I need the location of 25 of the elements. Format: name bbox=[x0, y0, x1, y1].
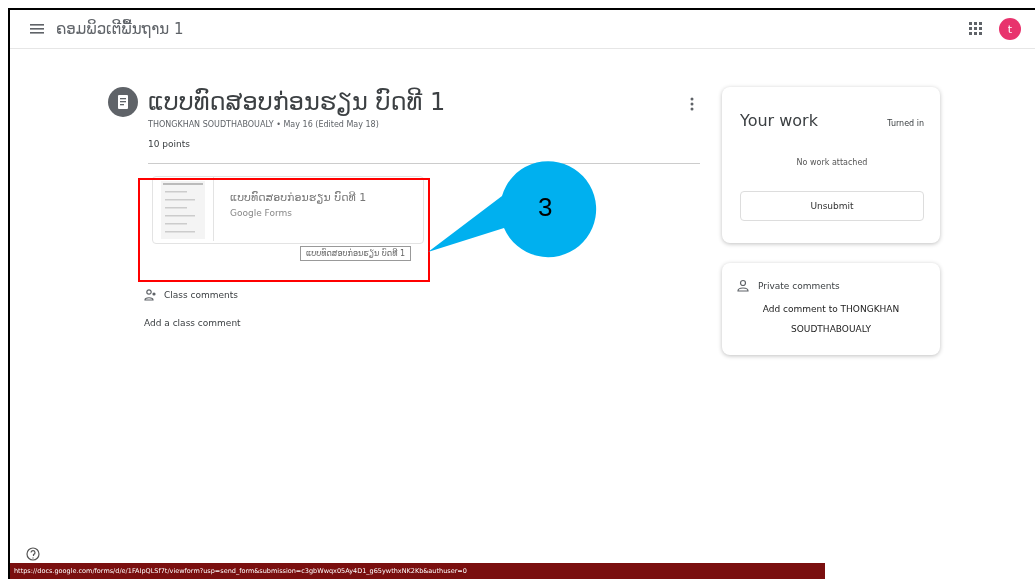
private-comments-label: Private comments bbox=[758, 281, 840, 291]
add-class-comment-link[interactable]: Add a class comment bbox=[144, 318, 700, 328]
menu-icon[interactable] bbox=[30, 23, 44, 35]
more-options-icon[interactable] bbox=[690, 97, 694, 111]
apps-grid-icon[interactable] bbox=[969, 22, 983, 36]
attachment-card[interactable]: ແບບທົດສອບກ່ອນຮຽນ ບົດທີ 1 Google Forms bbox=[152, 176, 424, 244]
course-title[interactable]: ຄອມພິວເຕີພື້ນຖານ 1 bbox=[56, 20, 184, 38]
account-avatar[interactable]: t bbox=[999, 18, 1021, 40]
people-icon bbox=[144, 288, 158, 302]
attachment-type: Google Forms bbox=[230, 208, 293, 218]
assignment-meta: THONGKHAN SOUDTHABOUALY • May 16 (Edited May 18) bbox=[148, 120, 380, 129]
points-label: 10 points bbox=[148, 139, 191, 149]
tooltip: ແບບທົດສອບກ່ອນຮຽນ ບົດທີ 1 bbox=[300, 246, 412, 261]
unsubmit-button[interactable]: Unsubmit bbox=[740, 191, 924, 221]
your-work-title: Your work bbox=[740, 111, 818, 130]
attachment-title: ແບບທົດສອບກ່ອນຮຽນ ບົດທີ 1 bbox=[230, 191, 367, 204]
assignment-title: ແບບທົດສອບກ່ອນຮຽນ ບົດທີ 1 bbox=[148, 87, 447, 117]
callout-number: 3 bbox=[538, 192, 553, 223]
status-label: Turned in bbox=[887, 119, 924, 128]
assignment-icon bbox=[108, 87, 138, 117]
help-icon[interactable] bbox=[26, 547, 40, 561]
add-private-comment-link[interactable]: Add comment to THONGKHAN SOUDTHABOUALY bbox=[746, 299, 916, 339]
empty-work-text: No work attached bbox=[795, 158, 869, 167]
person-icon bbox=[736, 279, 750, 293]
class-comments-label: Class comments bbox=[164, 290, 238, 300]
